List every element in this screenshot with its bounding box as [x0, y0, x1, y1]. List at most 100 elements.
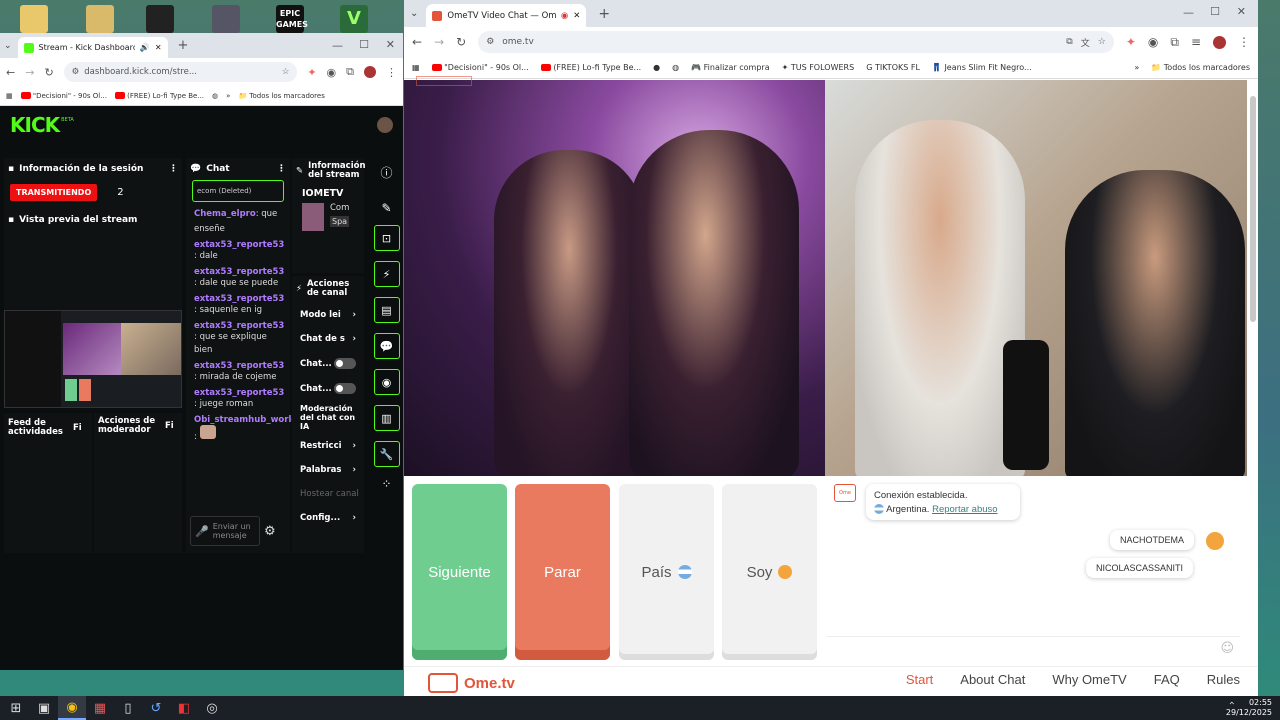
info-icon[interactable]: ⓘ: [380, 164, 392, 181]
extension-icon[interactable]: ◉: [1148, 35, 1158, 49]
nav-faq[interactable]: FAQ: [1154, 672, 1180, 687]
profile-avatar[interactable]: [364, 66, 376, 78]
clock[interactable]: 02:55 29/12/2025: [1226, 698, 1272, 718]
minimize-icon[interactable]: —: [1183, 6, 1194, 19]
action-item[interactable]: Restricci ›: [292, 435, 364, 457]
close-icon[interactable]: ✕: [155, 43, 162, 52]
obs-icon[interactable]: ◎: [198, 696, 226, 720]
nav-about-chat[interactable]: About Chat: [960, 672, 1025, 687]
nav-start[interactable]: Start: [906, 672, 933, 687]
audio-icon[interactable]: 🔊: [140, 43, 150, 52]
chat-username[interactable]: extax53_reporte53: [194, 240, 284, 250]
nav-why-ometv[interactable]: Why OmeTV: [1052, 672, 1126, 687]
microphone-icon[interactable]: 🎤: [195, 525, 209, 538]
broadcast-icon[interactable]: ◉: [373, 369, 400, 395]
chat-bubble-icon[interactable]: 💬: [373, 333, 400, 359]
back-icon[interactable]: ←: [6, 66, 15, 79]
address-bar[interactable]: ⚙ ome.tv ⧉ 文 ☆: [478, 31, 1114, 53]
toggle-switch[interactable]: [334, 358, 356, 369]
chrome-icon[interactable]: ◉: [58, 696, 86, 720]
folder-icon[interactable]: [86, 5, 114, 33]
app-icon[interactable]: ▦: [86, 696, 114, 720]
layout-icon[interactable]: ▥: [373, 405, 400, 431]
settings-icon[interactable]: ⚙: [264, 524, 276, 539]
emoji-icon[interactable]: ☺: [1220, 641, 1234, 656]
star-icon[interactable]: ☆: [1098, 37, 1106, 47]
globe-icon[interactable]: ◍: [672, 63, 679, 72]
mod-actions-filter[interactable]: Fi: [165, 421, 174, 431]
menu-icon[interactable]: ⋮: [386, 66, 397, 79]
media-icon[interactable]: ≡: [1191, 35, 1201, 49]
extension-icon[interactable]: ◉: [327, 66, 337, 79]
apps-icon[interactable]: ▦: [6, 92, 13, 100]
chevron-down-icon[interactable]: ⌄: [410, 8, 418, 19]
kick-logo[interactable]: KICK: [10, 113, 60, 137]
extension-icon[interactable]: ✦: [1126, 35, 1136, 49]
windows-start-icon[interactable]: ⊞: [2, 696, 30, 720]
apps-icon[interactable]: ▦: [412, 63, 420, 72]
forward-icon[interactable]: →: [25, 66, 34, 79]
more-icon[interactable]: ⋮: [169, 164, 178, 174]
chevron-down-icon[interactable]: ⌄: [4, 41, 12, 51]
action-item[interactable]: Config... ›: [292, 505, 364, 531]
ometv-logo[interactable]: Ome.tv: [428, 673, 515, 693]
close-icon[interactable]: ✕: [573, 11, 580, 21]
bookmark-item[interactable]: (FREE) Lo-fi Type Be...: [114, 92, 204, 100]
chat-username[interactable]: extax53_reporte53: [194, 321, 284, 331]
action-item[interactable]: Palabras ›: [292, 457, 364, 483]
refresh-app-icon[interactable]: ↺: [142, 696, 170, 720]
nav-rules[interactable]: Rules: [1207, 672, 1240, 687]
close-window-icon[interactable]: ✕: [386, 38, 395, 51]
folder-icon[interactable]: [20, 5, 48, 33]
chat-username[interactable]: extax53_reporte53: [194, 267, 284, 277]
profile-avatar[interactable]: [1213, 35, 1226, 49]
translate-icon[interactable]: 文: [1081, 36, 1090, 49]
menu-icon[interactable]: ⋮: [1238, 35, 1250, 49]
tab-ometv[interactable]: OmeTV Video Chat — Ome ◉ ✕: [426, 4, 587, 27]
avatar[interactable]: [377, 116, 393, 133]
minimize-icon[interactable]: —: [332, 39, 343, 52]
address-bar[interactable]: ⚙ dashboard.kick.com/stre... ☆: [63, 62, 298, 82]
chat-input[interactable]: [826, 636, 1240, 660]
new-tab-icon[interactable]: +: [598, 6, 610, 22]
chat-username[interactable]: Chema_elpro: [194, 209, 256, 219]
globe-icon[interactable]: ◍: [212, 92, 218, 100]
chat-username[interactable]: extax53_reporte53: [194, 361, 284, 371]
extension-icon[interactable]: ✦: [307, 66, 316, 79]
close-window-icon[interactable]: ✕: [1237, 5, 1246, 18]
more-bookmarks-icon[interactable]: »: [1134, 63, 1139, 72]
star-icon[interactable]: ☆: [282, 67, 290, 77]
more-bookmarks-icon[interactable]: »: [226, 92, 230, 100]
reload-icon[interactable]: ↻: [456, 35, 466, 49]
tab-kick-dashboard[interactable]: Stream - Kick Dashboard 🔊 ✕: [17, 37, 168, 58]
chat-username[interactable]: extax53_reporte53: [194, 388, 284, 398]
cast-icon[interactable]: ⧉: [1066, 37, 1072, 47]
apps-icon[interactable]: ⁘: [381, 477, 391, 491]
github-icon[interactable]: ●: [653, 63, 660, 72]
next-button[interactable]: Siguiente: [412, 484, 507, 660]
report-abuse-link[interactable]: Reportar abuso: [932, 504, 997, 515]
scrollbar[interactable]: [1250, 96, 1256, 322]
bookmark-item[interactable]: G TIKTOKS FL: [866, 63, 920, 72]
bookmark-item[interactable]: 👖 Jeans Slim Fit Negro...: [932, 63, 1032, 72]
more-icon[interactable]: ⋮: [277, 164, 286, 174]
maximize-icon[interactable]: ☐: [1210, 5, 1220, 18]
host-input[interactable]: Hostear canal: [292, 483, 364, 505]
app-icon[interactable]: [212, 5, 240, 33]
all-bookmarks[interactable]: 📁 Todos los marcadores: [1151, 63, 1250, 72]
back-icon[interactable]: ←: [412, 35, 422, 49]
site-info-icon[interactable]: ⚙: [486, 37, 494, 47]
stream-preview[interactable]: [4, 310, 182, 408]
recording-app-icon[interactable]: ◧: [170, 696, 198, 720]
chat-username[interactable]: extax53_reporte53: [194, 294, 284, 304]
gender-button[interactable]: Soy: [722, 484, 817, 660]
new-tab-icon[interactable]: +: [178, 38, 189, 53]
site-info-icon[interactable]: ⚙: [72, 67, 80, 77]
action-item[interactable]: Chat de s ›: [292, 326, 364, 350]
puzzle-icon[interactable]: ⧉: [1170, 35, 1179, 50]
chat-username[interactable]: Obi_streamhub_world: [194, 415, 297, 425]
file-icon[interactable]: ▯: [114, 696, 142, 720]
stop-button[interactable]: Parar: [515, 484, 610, 660]
gta-icon[interactable]: V: [340, 5, 368, 33]
document-icon[interactable]: ▤: [373, 297, 400, 323]
